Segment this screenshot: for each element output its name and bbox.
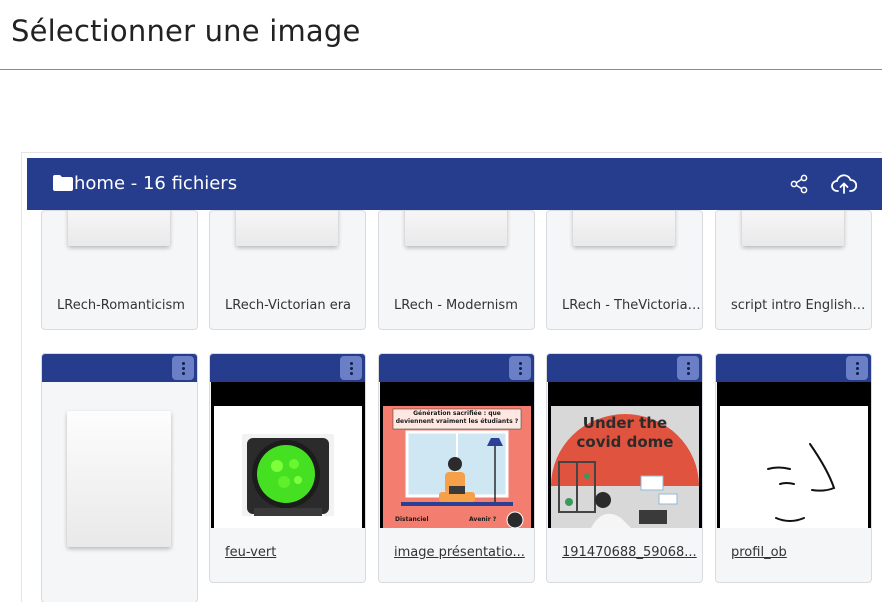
- upload-cloud-icon[interactable]: [831, 173, 857, 195]
- file-name-link[interactable]: 191470688_59068...: [562, 545, 702, 560]
- document-icon: [742, 211, 844, 246]
- image-thumbnail: Génération sacrifiée : que deviennent vr…: [380, 382, 534, 528]
- file-card[interactable]: profil_ob: [715, 353, 872, 583]
- poster-title: Génération sacrifiée : que deviennent vr…: [395, 410, 519, 425]
- image-thumbnail: [717, 382, 871, 528]
- document-icon: [573, 211, 675, 246]
- document-icon: [236, 211, 338, 246]
- file-card[interactable]: LRech-Victorian era: [209, 210, 366, 330]
- folder-title: home - 16 fichiers: [74, 173, 238, 194]
- title-divider: [0, 69, 882, 70]
- kebab-menu-icon[interactable]: [509, 356, 531, 380]
- illustration-overlay-text: Under the covid dome: [576, 414, 674, 451]
- page-title: Sélectionner une image: [11, 14, 361, 48]
- traffic-light-image: [242, 434, 334, 516]
- document-icon: [405, 211, 507, 246]
- share-icon[interactable]: [790, 174, 808, 194]
- poster-bottom-right: Avenir ?: [469, 516, 497, 523]
- folder-icon: [53, 175, 73, 191]
- image-thumbnail: [211, 382, 365, 528]
- kebab-menu-icon[interactable]: [677, 356, 699, 380]
- kebab-menu-icon[interactable]: [846, 356, 868, 380]
- file-card[interactable]: Génération sacrifiée : que deviennent vr…: [378, 353, 535, 583]
- file-name: LRech - TheVictorian era: [562, 298, 702, 313]
- file-browser: home - 16 fichiers LRech-Romanticism LRe…: [21, 152, 882, 602]
- file-card[interactable]: Under the covid dome 191470688_59068...: [546, 353, 703, 583]
- file-name-link[interactable]: image présentatio...: [394, 545, 534, 560]
- file-name-link[interactable]: profil_ob: [731, 545, 871, 560]
- file-name-link[interactable]: feu-vert: [225, 545, 365, 560]
- file-card[interactable]: LRech - Modernism: [378, 210, 535, 330]
- file-card[interactable]: script intro EnglishLit 20: [715, 210, 872, 330]
- document-icon: [68, 211, 170, 246]
- poster-bottom-left: Distanciel: [395, 516, 429, 523]
- browser-header: home - 16 fichiers: [27, 158, 882, 210]
- image-thumbnail: Under the covid dome: [548, 382, 702, 528]
- file-card[interactable]: LRech-Romanticism: [41, 210, 198, 330]
- file-card[interactable]: feu-vert: [209, 353, 366, 583]
- file-name: LRech-Victorian era: [225, 298, 352, 313]
- kebab-menu-icon[interactable]: [340, 356, 362, 380]
- file-name: LRech-Romanticism: [57, 298, 185, 313]
- file-card[interactable]: LRech - TheVictorian era: [546, 210, 703, 330]
- file-card[interactable]: [41, 353, 198, 602]
- document-icon: [67, 411, 171, 547]
- kebab-menu-icon[interactable]: [172, 356, 194, 380]
- file-name: script intro EnglishLit 20: [731, 298, 871, 313]
- sketch-image: [767, 443, 836, 522]
- file-name: LRech - Modernism: [394, 298, 518, 313]
